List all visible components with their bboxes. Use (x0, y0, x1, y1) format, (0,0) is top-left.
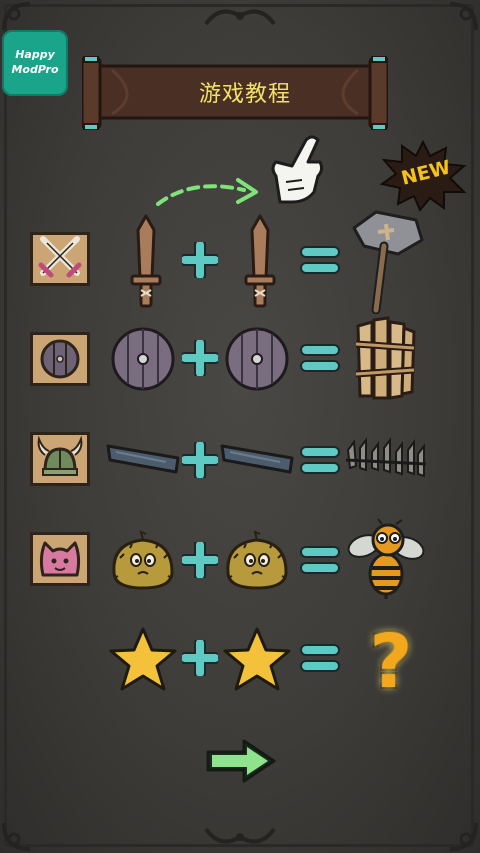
equals-icon (300, 644, 340, 672)
row-category-viking-helmet (30, 432, 90, 486)
spike-fence-icon (345, 437, 427, 478)
frame-corner-ornament (2, 822, 31, 851)
wooden-plank-icon (106, 444, 180, 474)
next-arrow-icon (206, 739, 276, 783)
equals-icon (300, 446, 340, 474)
equals-icon (300, 344, 340, 372)
shield-icon (40, 339, 80, 379)
plus-icon (182, 340, 218, 376)
logo-text-line1: Happy (15, 48, 55, 61)
fuzzy-creature-icon (226, 530, 288, 590)
logo-text-line2: ModPro (11, 63, 59, 76)
round-shield-icon (111, 327, 175, 391)
row-category-crossed-swords (30, 232, 90, 286)
round-shield-icon (225, 327, 289, 391)
dashed-arrow-icon (156, 178, 258, 206)
frame-corner-ornament (2, 2, 31, 31)
wooden-sword-icon (244, 214, 276, 308)
plus-icon (182, 242, 218, 278)
wooden-sword-icon (130, 214, 162, 308)
bee-icon (347, 518, 425, 599)
plus-icon (182, 442, 218, 478)
crossed-swords-icon (38, 236, 82, 278)
happymodpro-logo: Happy ModPro (2, 30, 68, 96)
frame-corner-ornament (449, 2, 478, 31)
row-category-cat-face (30, 532, 90, 586)
star-icon (223, 627, 291, 691)
row-category-shield (30, 332, 90, 386)
viking-helmet-icon (37, 435, 83, 476)
star-icon (109, 627, 177, 691)
equals-icon (300, 546, 340, 574)
cat-face-icon (39, 541, 81, 577)
fuzzy-creature-icon (112, 530, 174, 590)
wooden-barricade-icon (355, 316, 416, 400)
next-arrow-button[interactable] (204, 738, 278, 784)
unknown-result-question-mark: ? (369, 619, 413, 705)
tutorial-screen: Happy ModPro 游戏教程 NEW ? (0, 0, 480, 853)
pointing-hand-icon (271, 135, 324, 204)
wooden-plank-icon (220, 444, 294, 474)
top-ornament (204, 9, 276, 26)
equals-icon (300, 246, 340, 274)
stone-hammer-icon (352, 210, 424, 314)
frame-corner-ornament (449, 822, 478, 851)
bottom-ornament (204, 827, 276, 844)
page-title: 游戏教程 (198, 82, 291, 107)
plus-icon (182, 640, 218, 676)
plus-icon (182, 542, 218, 578)
ornamental-frame (4, 4, 474, 847)
